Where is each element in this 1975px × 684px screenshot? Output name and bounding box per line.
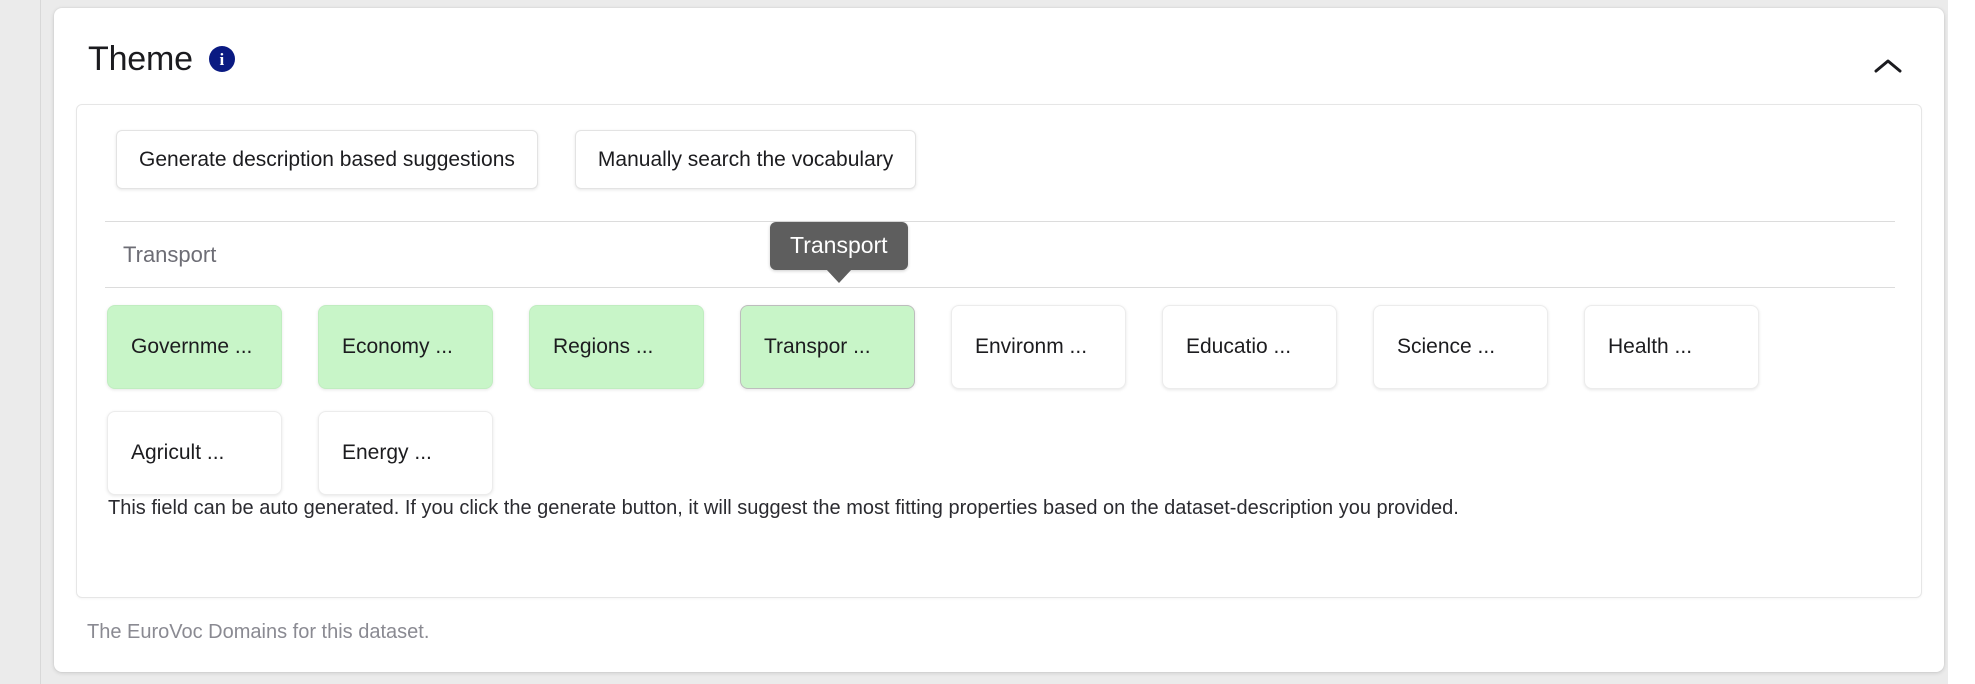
chip-label: Transpor ... [764,335,871,358]
chip-science[interactable]: Science ... [1373,305,1548,389]
chip-label: Educatio ... [1186,335,1292,358]
search-input[interactable] [105,222,1895,287]
chip-label: Governme ... [131,335,253,358]
chip-transport[interactable]: Transpor ... [740,305,915,389]
theme-section-card: Theme i Generate description based sugge… [54,8,1944,672]
chip-regions[interactable]: Regions ... [529,305,704,389]
chip-label: Science ... [1397,335,1496,358]
chip-row-1: Governme ... Economy ... Regions ... Tra… [107,305,1897,389]
tooltip-arrow-icon [825,269,852,284]
chip-row-2: Agricult ... Energy ... [107,411,1897,495]
page-root: Theme i Generate description based sugge… [0,0,1975,684]
manual-search-button[interactable]: Manually search the vocabulary [574,130,917,189]
chip-label: Health ... [1608,335,1693,358]
action-button-row: Generate description based suggestions M… [116,130,917,189]
chip-label: Regions ... [553,335,654,358]
title-row: Theme i [88,42,235,76]
section-footer-note: The EuroVoc Domains for this dataset. [87,621,430,643]
left-divider [40,0,41,684]
chip-education[interactable]: Educatio ... [1162,305,1337,389]
chip-economy[interactable]: Economy ... [318,305,493,389]
page-title: Theme [88,40,193,78]
chip-environment[interactable]: Environm ... [951,305,1126,389]
chip-government[interactable]: Governme ... [107,305,282,389]
chip-energy[interactable]: Energy ... [318,411,493,495]
helper-text: This field can be auto generated. If you… [108,497,1459,519]
section-header: Theme i [54,8,1944,94]
info-icon[interactable]: i [208,46,235,72]
chip-label: Energy ... [342,441,432,464]
vocabulary-search-field[interactable] [105,221,1895,288]
chip-label: Economy ... [342,335,453,358]
chevron-up-icon[interactable] [1868,46,1908,86]
chevron-up-glyph [1874,59,1902,73]
chip-label: Environm ... [975,335,1088,358]
generate-suggestions-button[interactable]: Generate description based suggestions [116,130,538,189]
theme-inner-panel: Generate description based suggestions M… [76,104,1922,598]
chip-health[interactable]: Health ... [1584,305,1759,389]
chip-tooltip: Transport [770,222,908,284]
chip-agriculture[interactable]: Agricult ... [107,411,282,495]
chip-label: Agricult ... [131,441,225,464]
tooltip-label: Transport [790,232,888,258]
theme-chips-area: Governme ... Economy ... Regions ... Tra… [107,305,1897,517]
